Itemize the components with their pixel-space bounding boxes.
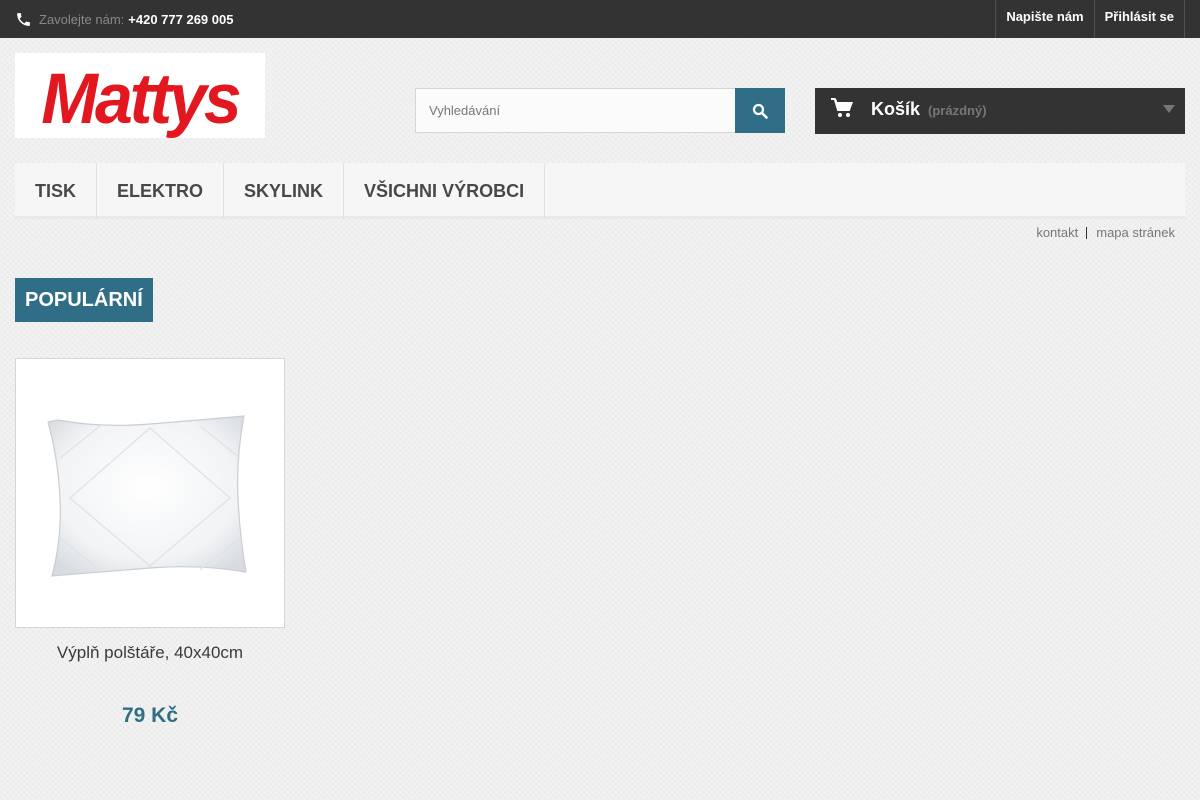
product-price: 79 Kč — [121, 704, 179, 727]
cart-title: Košík — [871, 98, 921, 119]
login-link[interactable]: Přihlásit se — [1093, 0, 1185, 38]
product-name[interactable]: Výplň polštáře, 40x40cm — [15, 643, 285, 663]
cart-block[interactable]: Košík (prázdný) — [815, 88, 1185, 134]
tab-popular[interactable]: POPULÁRNÍ — [15, 278, 153, 322]
main-menu: TISK ELEKTRO SKYLINK VŠICHNI VÝROBCI — [15, 163, 1185, 219]
cart-icon — [831, 98, 853, 117]
search-icon — [752, 103, 768, 119]
contact-us-link[interactable]: Napište nám — [995, 0, 1093, 38]
pillow-image — [47, 415, 247, 577]
search-bar — [415, 88, 785, 133]
contact-phone: Zavolejte nám: +420 777 269 005 — [15, 0, 233, 38]
permanent-links: kontakt mapa stránek — [1036, 225, 1175, 240]
site-logo[interactable]: Mattys — [15, 53, 265, 138]
link-separator — [1086, 226, 1088, 239]
phone-icon — [17, 12, 30, 26]
header-links: Napište nám Přihlásit se — [995, 0, 1185, 38]
phone-label: Zavolejte nám: — [39, 11, 125, 27]
caret-down-icon — [1163, 105, 1175, 113]
contact-link[interactable]: kontakt — [1036, 225, 1078, 240]
sitemap-link[interactable]: mapa stránek — [1096, 225, 1175, 240]
menu-item-manufacturers[interactable]: VŠICHNI VÝROBCI — [344, 163, 546, 219]
menu-item-skylink[interactable]: SKYLINK — [224, 163, 345, 219]
product-image[interactable] — [15, 358, 285, 628]
phone-number: +420 777 269 005 — [128, 11, 234, 27]
menu-item-tisk[interactable]: TISK — [15, 163, 98, 219]
cart-status: (prázdný) — [928, 102, 987, 118]
menu-item-elektro[interactable]: ELEKTRO — [97, 163, 225, 219]
top-bar: Zavolejte nám: +420 777 269 005 Napište … — [0, 0, 1200, 38]
search-button[interactable] — [735, 88, 785, 133]
logo-text: Mattys — [41, 58, 241, 139]
search-input[interactable] — [415, 88, 735, 133]
